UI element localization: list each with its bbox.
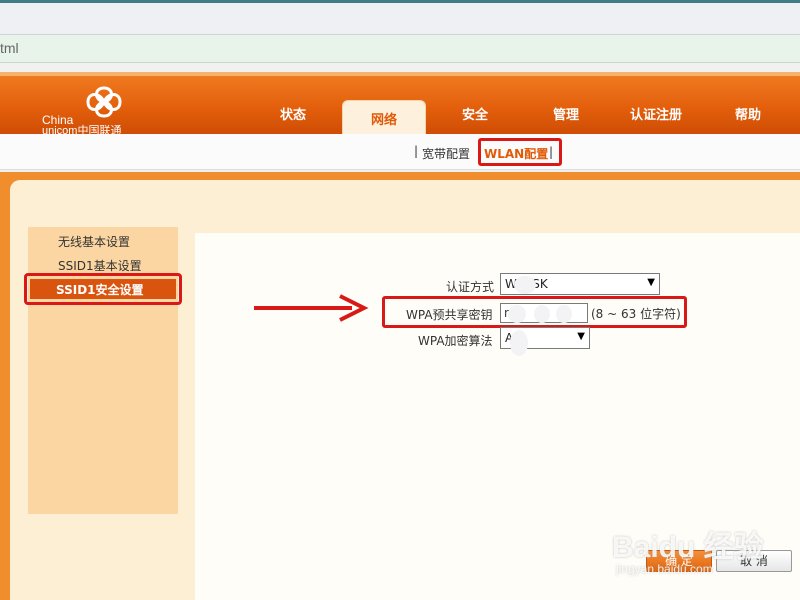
nav-item-security[interactable]: 安全 <box>462 104 488 123</box>
chevron-down-icon: ▼ <box>647 277 655 288</box>
baidu-watermark: Baidu 经验 jingyan.baidu.com <box>612 512 792 582</box>
address-bar[interactable]: tml <box>0 35 800 63</box>
nav-item-network-label: 网络 <box>370 113 397 128</box>
nav-item-auth-register[interactable]: 认证注册 <box>630 104 682 123</box>
browser-accent-bar <box>0 0 800 3</box>
watermark-url: jingyan.baidu.com <box>616 562 713 576</box>
sub-nav: | 宽带配置 WLAN配置 | <box>0 134 800 170</box>
subnav-item-broadband[interactable]: 宽带配置 <box>422 145 470 162</box>
auth-mode-label: 认证方式 <box>446 280 495 294</box>
sidebar-item-ssid1-security-label: SSID1安全设置 <box>56 283 144 297</box>
chevron-down-icon: ▼ <box>577 331 585 342</box>
sidebar-active-highlight: SSID1安全设置 <box>30 279 176 299</box>
subnav-item-wlan-label: WLAN配置 <box>484 147 549 161</box>
nav-item-help[interactable]: 帮助 <box>735 104 761 123</box>
sidebar-item-wireless-basic[interactable]: 无线基本设置 <box>58 233 130 250</box>
router-header: China unicom中国联通 状态 网络 安全 管理 认证注册 帮助 <box>0 72 800 138</box>
nav-item-management[interactable]: 管理 <box>553 104 579 123</box>
sidebar-item-ssid1-basic[interactable]: SSID1基本设置 <box>58 257 142 274</box>
subnav-trailing-separator: | <box>549 145 554 159</box>
redaction-blur <box>510 330 528 356</box>
browser-toolbar <box>0 0 800 35</box>
watermark-brand: Baidu 经验 <box>612 531 764 564</box>
main-nav: 状态 网络 安全 管理 认证注册 帮助 <box>0 76 800 138</box>
address-text: tml <box>0 40 19 56</box>
subnav-item-wlan[interactable]: WLAN配置 | <box>478 138 562 166</box>
nav-item-network[interactable]: 网络 <box>342 100 426 138</box>
subnav-separator: | <box>414 144 419 158</box>
sidebar-item-ssid1-security[interactable]: SSID1安全设置 <box>24 273 182 305</box>
redaction-blur <box>514 276 536 294</box>
red-arrow-icon <box>254 294 369 322</box>
psk-highlight-box <box>382 296 687 328</box>
encryption-label: WPA加密算法 <box>418 334 493 348</box>
nav-item-status[interactable]: 状态 <box>280 104 306 123</box>
